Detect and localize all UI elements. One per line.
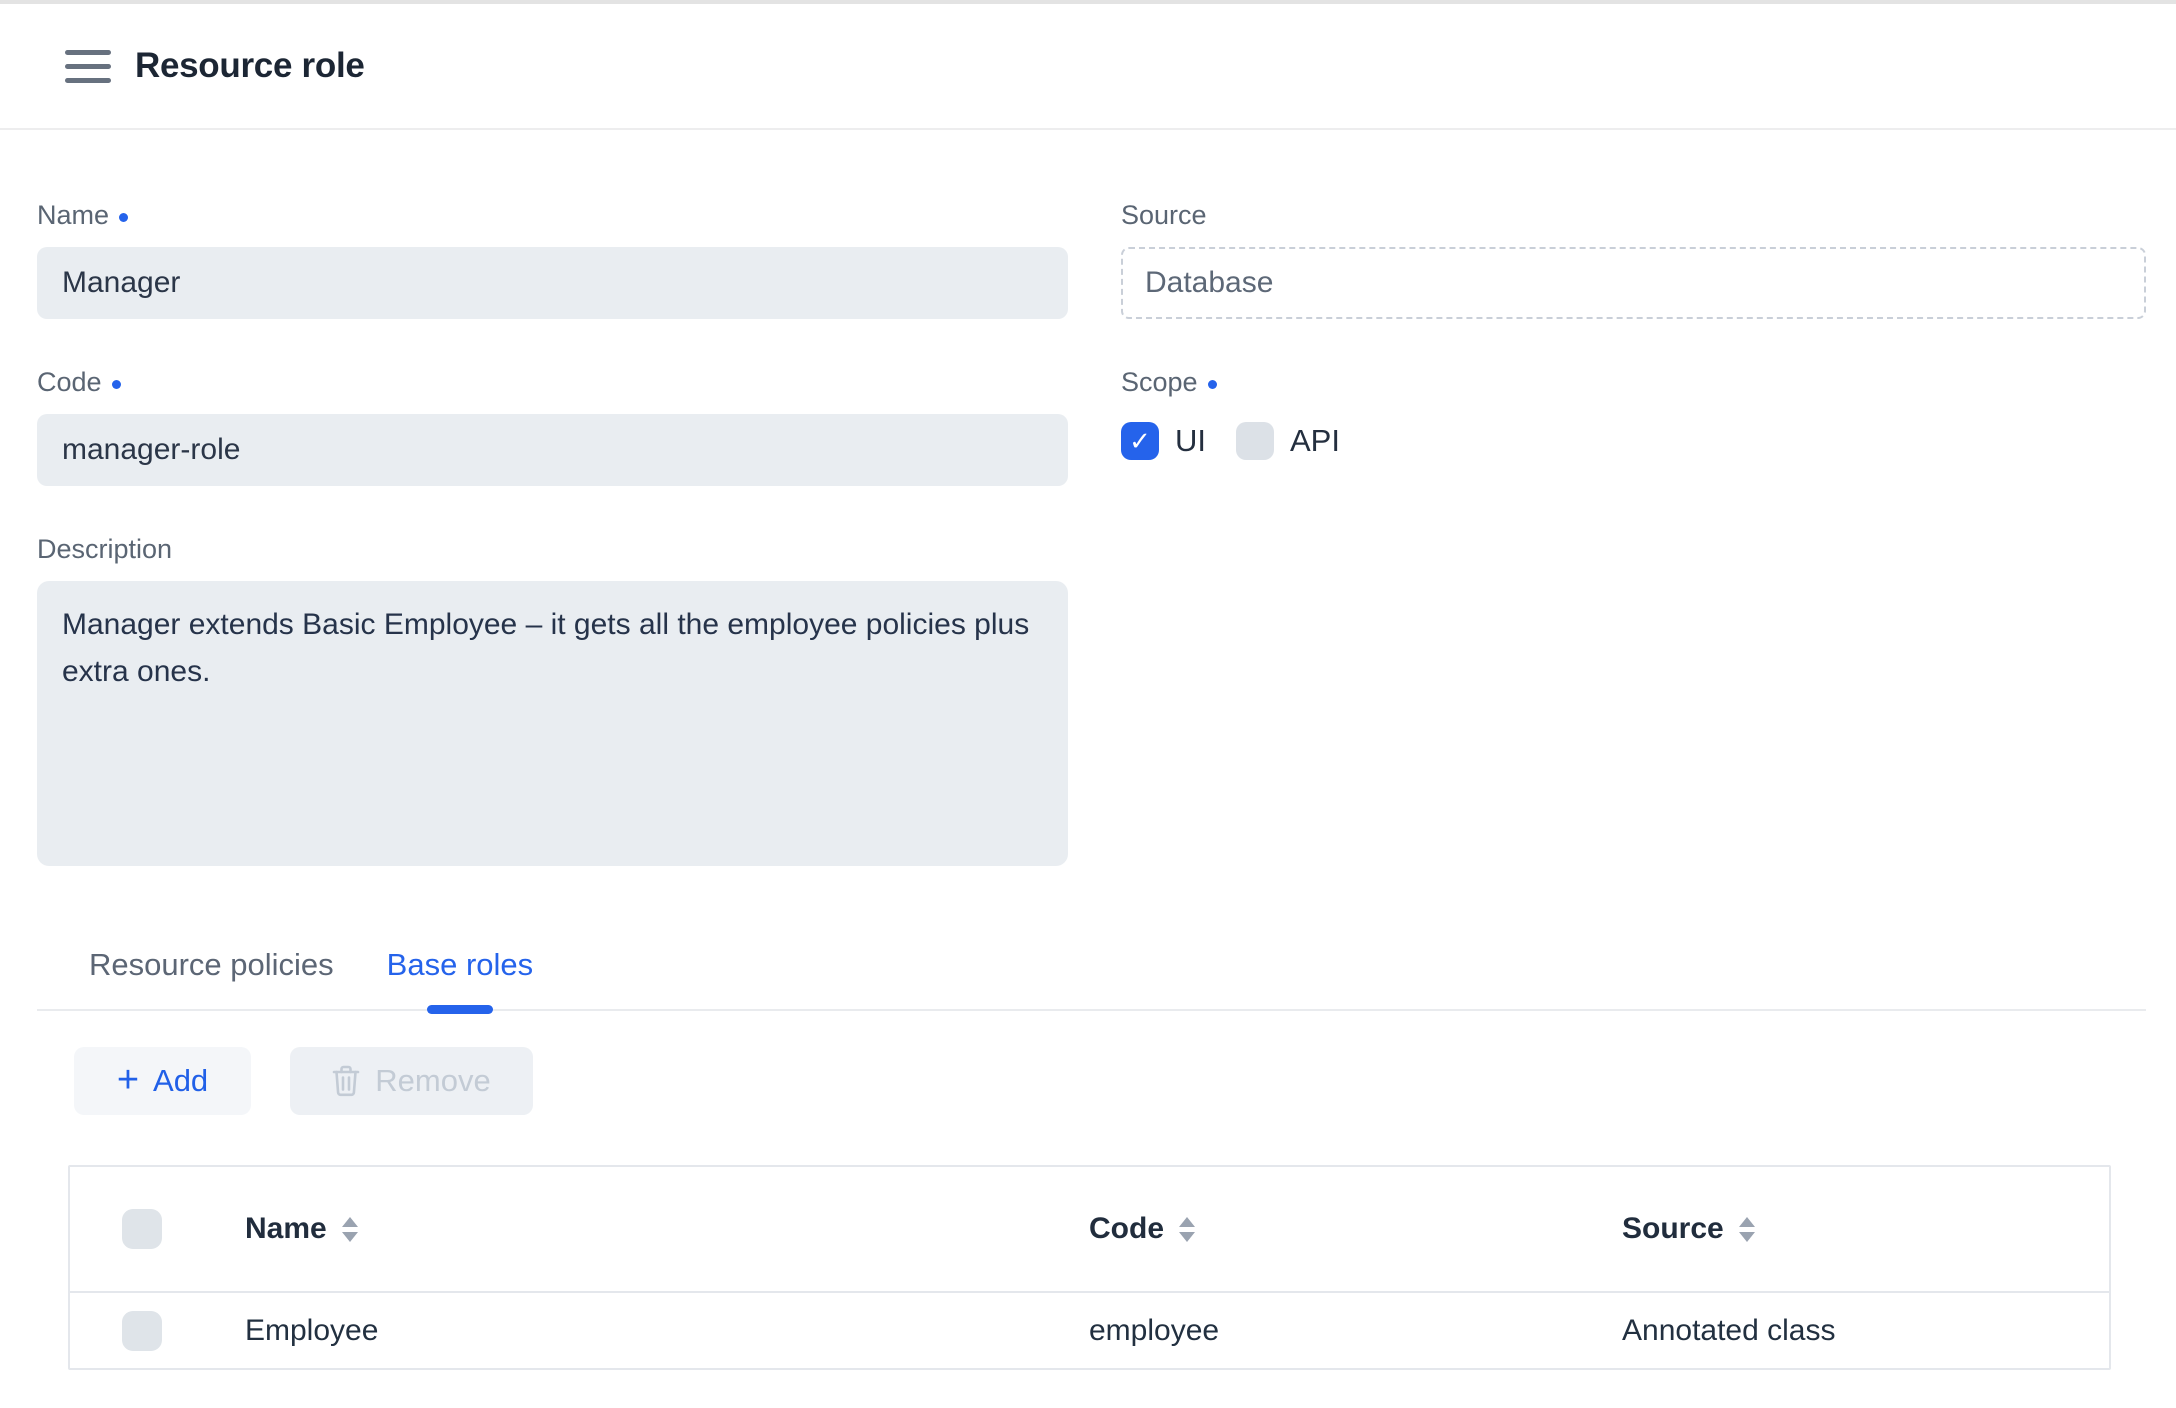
ui-checkbox-label: UI: [1175, 423, 1206, 459]
resource-role-form: Name Code Description Man: [37, 200, 2146, 871]
column-header-name[interactable]: Name: [245, 1212, 1089, 1246]
select-all-cell: [70, 1209, 245, 1249]
page-title: Resource role: [135, 46, 365, 86]
code-label: Code: [37, 367, 1068, 398]
code-input[interactable]: [37, 414, 1068, 486]
description-field-group: Description Manager extends Basic Employ…: [37, 534, 1068, 871]
column-header-source[interactable]: Source: [1622, 1212, 2109, 1246]
ui-checkbox[interactable]: ✓: [1121, 422, 1159, 460]
table-row[interactable]: Employee employee Annotated class: [70, 1293, 2109, 1368]
row-name-cell: Employee: [245, 1314, 1089, 1348]
add-button[interactable]: + Add: [74, 1047, 251, 1115]
row-source-cell: Annotated class: [1622, 1314, 2109, 1348]
row-checkbox[interactable]: [122, 1311, 162, 1351]
code-field-group: Code: [37, 367, 1068, 486]
table-header-row: Name Code Source: [70, 1167, 2109, 1293]
description-label: Description: [37, 534, 1068, 565]
check-icon: ✓: [1129, 428, 1151, 454]
scope-field-group: Scope ✓ UI ✓: [1121, 367, 2146, 460]
name-label: Name: [37, 200, 1068, 231]
base-roles-toolbar: + Add Remove: [37, 1047, 2146, 1115]
column-header-code[interactable]: Code: [1089, 1212, 1622, 1246]
scope-option-ui: ✓ UI: [1121, 422, 1206, 460]
required-dot-icon: [1208, 380, 1217, 389]
app-header: Resource role: [0, 4, 2176, 130]
sort-icon: [1739, 1217, 1755, 1242]
tab-base-roles[interactable]: Base roles: [387, 947, 533, 1009]
name-field-group: Name: [37, 200, 1068, 319]
resource-role-page: Resource role Name Code: [0, 0, 2176, 1408]
name-input[interactable]: [37, 247, 1068, 319]
tab-resource-policies[interactable]: Resource policies: [89, 947, 334, 1009]
scope-label: Scope: [1121, 367, 2146, 398]
source-field-group: Source: [1121, 200, 2146, 319]
scope-option-api: ✓ API: [1236, 422, 1340, 460]
select-all-checkbox[interactable]: [122, 1209, 162, 1249]
source-input: [1121, 247, 2146, 319]
sort-icon: [1179, 1217, 1195, 1242]
plus-icon: +: [117, 1061, 139, 1099]
required-dot-icon: [119, 213, 128, 222]
required-dot-icon: [112, 380, 121, 389]
main-content: Name Code Description Man: [0, 200, 2176, 1370]
row-code-cell: employee: [1089, 1314, 1622, 1348]
trash-icon: [332, 1065, 360, 1097]
detail-tabs: Resource policies Base roles: [37, 947, 2146, 1011]
description-textarea[interactable]: Manager extends Basic Employee – it gets…: [37, 581, 1068, 866]
scope-options: ✓ UI ✓ API: [1121, 422, 2146, 460]
form-right-column: Source Scope ✓ UI: [1121, 200, 2146, 460]
api-checkbox[interactable]: ✓: [1236, 422, 1274, 460]
base-roles-table: Name Code Source Employee employee: [68, 1165, 2111, 1370]
form-left-column: Name Code Description Man: [37, 200, 1068, 871]
sort-icon: [342, 1217, 358, 1242]
remove-button[interactable]: Remove: [290, 1047, 533, 1115]
menu-icon[interactable]: [65, 50, 111, 83]
source-label: Source: [1121, 200, 2146, 231]
api-checkbox-label: API: [1290, 423, 1340, 459]
row-select-cell: [70, 1311, 245, 1351]
